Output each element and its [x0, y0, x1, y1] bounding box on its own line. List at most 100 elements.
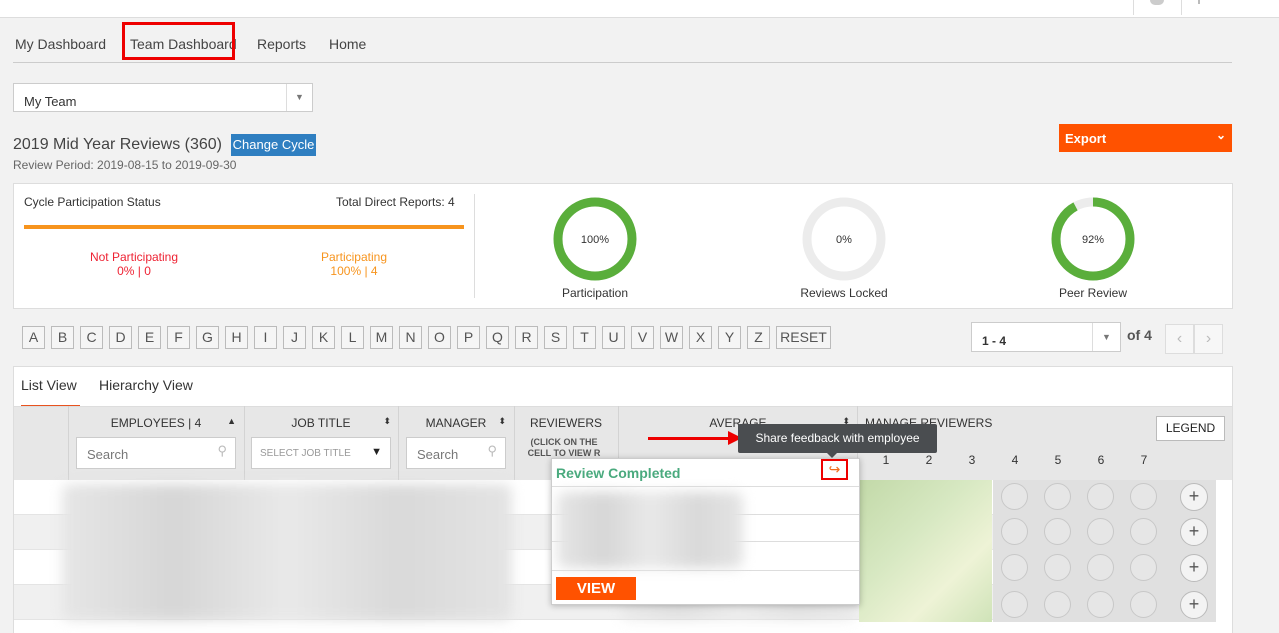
employee-search-input[interactable]: Search ⚲ — [76, 437, 236, 469]
participating-value: 100% | 4 — [330, 264, 378, 278]
reviewer-slot[interactable] — [1130, 518, 1157, 545]
ring-label: Peer Review — [1058, 286, 1128, 300]
column-divider — [398, 406, 399, 480]
employees-header-label: EMPLOYEES | 4 — [110, 416, 202, 430]
tab-hierarchy-view[interactable]: Hierarchy View — [99, 377, 193, 393]
add-reviewer-button[interactable]: + — [1180, 591, 1208, 619]
ring-label: Reviews Locked — [800, 286, 888, 300]
letter-filter-l[interactable]: L — [341, 326, 364, 349]
reviewer-slot[interactable] — [1001, 554, 1028, 581]
reviewer-number: 3 — [968, 453, 976, 467]
caret-down-icon: ▼ — [371, 446, 382, 458]
not-participating-label: Not Participating — [89, 250, 179, 264]
next-page-button[interactable]: › — [1194, 324, 1223, 354]
tab-reports[interactable]: Reports — [257, 36, 306, 52]
job-title-header-label: JOB TITLE — [291, 416, 351, 430]
reset-filter-button[interactable]: RESET — [776, 326, 831, 349]
reviewer-slot[interactable] — [1087, 483, 1114, 510]
letter-filter-d[interactable]: D — [109, 326, 132, 349]
letter-filter-y[interactable]: Y — [718, 326, 741, 349]
reviewer-slot[interactable] — [1130, 554, 1157, 581]
tab-list-view[interactable]: List View — [21, 377, 77, 393]
employees-header[interactable]: EMPLOYEES | 4 ▲ — [76, 416, 236, 430]
reviewer-slot[interactable] — [1044, 554, 1071, 581]
export-label: Export — [1065, 131, 1107, 146]
change-cycle-button[interactable]: Change Cycle — [231, 134, 316, 156]
letter-filter-s[interactable]: S — [544, 326, 567, 349]
reviewer-slot[interactable] — [1087, 554, 1114, 581]
view-button[interactable]: VIEW — [556, 577, 636, 600]
add-reviewer-button[interactable]: + — [1180, 554, 1208, 582]
letter-filter-a[interactable]: A — [22, 326, 45, 349]
team-select[interactable]: My Team ▼ — [13, 83, 313, 112]
reviewer-slot[interactable] — [1044, 518, 1071, 545]
export-button[interactable]: Export ⌄ — [1059, 124, 1232, 152]
add-reviewer-button[interactable]: + — [1180, 518, 1208, 546]
letter-filter-j[interactable]: J — [283, 326, 306, 349]
letter-filter-f[interactable]: F — [167, 326, 190, 349]
letter-filter-o[interactable]: O — [428, 326, 451, 349]
tooltip-arrow — [826, 452, 838, 458]
review-period: Review Period: 2019-08-15 to 2019-09-30 — [13, 158, 237, 172]
reviewer-1-3-cell[interactable] — [859, 480, 992, 622]
top-bar-divider — [1181, 0, 1182, 15]
review-status: Review Completed — [556, 465, 681, 481]
manager-header[interactable]: MANAGER ⬍ — [406, 416, 506, 430]
manager-search-placeholder: Search — [417, 447, 459, 462]
share-icon[interactable]: ↪ — [821, 459, 848, 480]
letter-filter-z[interactable]: Z — [747, 326, 770, 349]
add-reviewer-button[interactable]: + — [1180, 483, 1208, 511]
letter-filter-n[interactable]: N — [399, 326, 422, 349]
legend-button[interactable]: LEGEND — [1156, 416, 1225, 441]
top-bar — [0, 0, 1279, 18]
reviewer-slot[interactable] — [1044, 483, 1071, 510]
page-count: of 4 — [1127, 327, 1152, 343]
letter-filter-w[interactable]: W — [660, 326, 683, 349]
letter-filter-p[interactable]: P — [457, 326, 480, 349]
prev-page-button[interactable]: ‹ — [1165, 324, 1194, 354]
participation-bar — [24, 225, 464, 229]
ring-value: 100% — [581, 234, 609, 246]
reviewers-header-label: REVIEWERS — [529, 416, 602, 430]
letter-filter-b[interactable]: B — [51, 326, 74, 349]
tooltip: Share feedback with employee — [738, 424, 937, 453]
letter-filter-r[interactable]: R — [515, 326, 538, 349]
participating[interactable]: Participating 100% | 4 — [284, 250, 424, 278]
job-title-select[interactable]: SELECT JOB TITLE ▼ — [251, 437, 391, 469]
reviewer-slot[interactable] — [1001, 591, 1028, 618]
reviewer-slot[interactable] — [1001, 518, 1028, 545]
sort-up-icon: ▲ — [227, 416, 236, 426]
annotation-arrow — [648, 437, 738, 440]
manager-search-input[interactable]: Search ⚲ — [406, 437, 506, 469]
reviewer-slot[interactable] — [1001, 483, 1028, 510]
letter-filter-m[interactable]: M — [370, 326, 393, 349]
chevron-down-icon: ⌄ — [1215, 128, 1226, 142]
ring-chart: 0% — [802, 197, 886, 281]
letter-filter-k[interactable]: K — [312, 326, 335, 349]
reviewer-slot[interactable] — [1044, 591, 1071, 618]
nav-divider — [13, 62, 1232, 63]
letter-filter-q[interactable]: Q — [486, 326, 509, 349]
letter-filter-v[interactable]: V — [631, 326, 654, 349]
letter-filter-t[interactable]: T — [573, 326, 596, 349]
not-participating[interactable]: Not Participating 0% | 0 — [64, 250, 204, 278]
job-title-header[interactable]: JOB TITLE ⬍ — [251, 416, 391, 430]
letter-filter-x[interactable]: X — [689, 326, 712, 349]
reviewer-slot[interactable] — [1130, 591, 1157, 618]
letter-filter-u[interactable]: U — [602, 326, 625, 349]
tab-my-dashboard[interactable]: My Dashboard — [15, 36, 106, 52]
letter-filter-e[interactable]: E — [138, 326, 161, 349]
reviewer-slot[interactable] — [1087, 591, 1114, 618]
page-range-select[interactable]: 1 - 4 ▼ — [971, 322, 1121, 352]
letter-filter-g[interactable]: G — [196, 326, 219, 349]
tab-home[interactable]: Home — [329, 36, 366, 52]
search-icon: ⚲ — [487, 443, 497, 458]
letter-filter-c[interactable]: C — [80, 326, 103, 349]
reviewer-number: 2 — [925, 453, 933, 467]
user-icon[interactable] — [1198, 0, 1200, 4]
letter-filter-i[interactable]: I — [254, 326, 277, 349]
reviewer-slot[interactable] — [1130, 483, 1157, 510]
reviewer-slot[interactable] — [1087, 518, 1114, 545]
letter-filter-h[interactable]: H — [225, 326, 248, 349]
popup-divider — [552, 486, 859, 487]
